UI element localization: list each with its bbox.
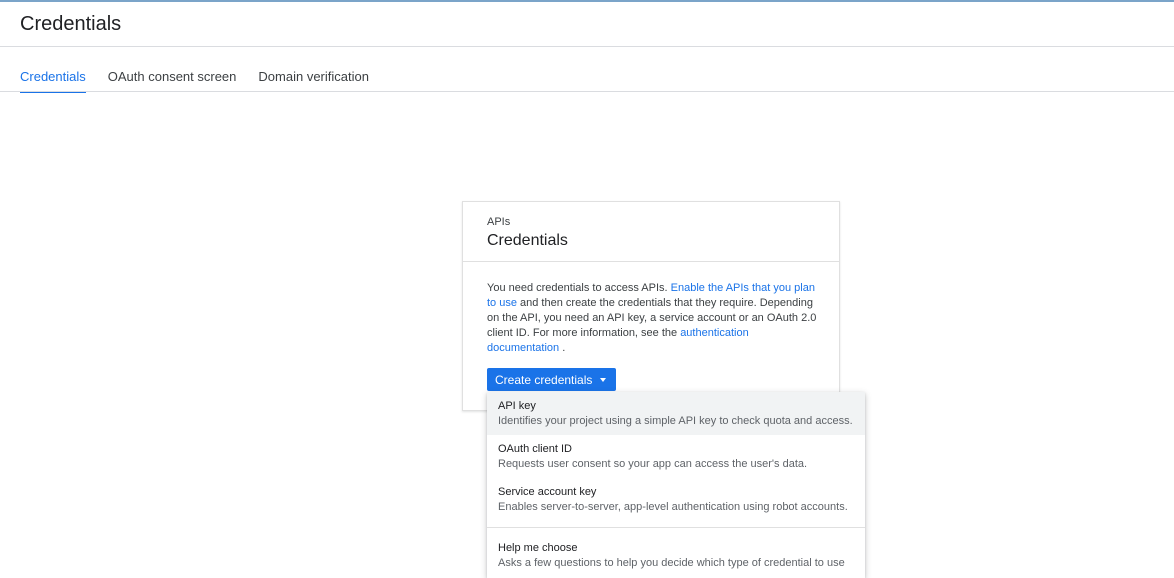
menu-item-help-me-choose[interactable]: Help me choose Asks a few questions to h… [487,534,865,577]
tab-bar: Credentials OAuth consent screen Domain … [20,70,369,93]
card-description: You need credentials to access APIs. Ena… [487,281,817,356]
header-divider [0,46,1174,47]
create-credentials-button[interactable]: Create credentials [487,368,617,391]
tab-domain-verification[interactable]: Domain verification [258,70,369,93]
tab-credentials[interactable]: Credentials [20,70,86,93]
menu-item-description: Asks a few questions to help you decide … [498,557,845,569]
menu-item-api-key[interactable]: API key Identifies your project using a … [487,392,865,435]
card-divider [463,261,839,262]
menu-item-title: OAuth client ID [498,443,572,455]
menu-item-service-account-key[interactable]: Service account key Enables server-to-se… [487,478,865,521]
card-description-text: You need credentials to access APIs. [487,282,671,294]
menu-item-title: Help me choose [498,542,578,554]
menu-item-description: Identifies your project using a simple A… [498,415,853,427]
menu-item-title: Service account key [498,486,597,498]
top-accent-bar [0,0,1174,2]
tab-oauth-consent-screen[interactable]: OAuth consent screen [108,70,237,93]
card-title: Credentials [487,232,568,249]
page-title: Credentials [20,13,122,35]
menu-item-oauth-client-id[interactable]: OAuth client ID Requests user consent so… [487,435,865,478]
menu-item-title: API key [498,400,536,412]
menu-item-description: Enables server-to-server, app-level auth… [498,501,848,513]
caret-down-icon [600,377,607,382]
menu-divider [487,527,865,528]
menu-item-description: Requests user consent so your app can ac… [498,458,808,470]
credentials-card: APIs Credentials You need credentials to… [462,201,840,411]
tabs-divider [0,91,1174,92]
card-description-text: . [559,342,566,354]
create-credentials-label: Create credentials [495,372,593,387]
card-overline: APIs [487,216,511,228]
card-description-text: and then create the credentials that the… [487,297,817,339]
create-credentials-menu: API key Identifies your project using a … [487,392,865,578]
